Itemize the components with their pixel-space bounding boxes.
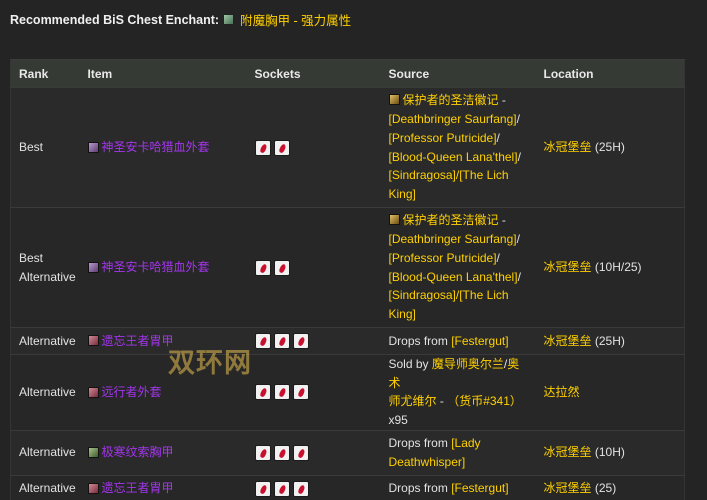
boss-link[interactable]: [Blood-Queen Lana'thel] xyxy=(389,270,518,284)
chest-armor-icon xyxy=(87,483,99,495)
boss-link[interactable]: [Professor Putricide] xyxy=(389,251,497,265)
red-socket-icon xyxy=(292,333,309,349)
red-socket-icon xyxy=(254,444,271,461)
col-header-location: Location xyxy=(535,59,685,88)
chest-armor-icon xyxy=(87,447,99,459)
boss-link[interactable]: Deathwhisper] xyxy=(389,455,466,469)
page-title: Recommended BiS Chest Enchant: 附魔胸甲 - 强力… xyxy=(10,10,351,29)
source-cell: Drops from [Lady Deathwhisper] xyxy=(380,429,536,476)
item-link[interactable]: 遗忘王者胄甲 xyxy=(87,479,239,498)
red-socket-icon xyxy=(254,259,271,276)
rank-cell: Alternative xyxy=(10,429,80,476)
source-cell: Drops from [Festergut] xyxy=(380,474,536,500)
red-socket-icon xyxy=(254,384,271,401)
vendor-link[interactable]: 魔导师奥尔兰 xyxy=(432,357,504,371)
source-cell: 保护者的圣洁徽记 - [Deathbringer Saurfang]/ [Pro… xyxy=(380,207,536,328)
rank-cell: Alternative xyxy=(10,354,80,431)
table-row: Alternative 遗忘王者胄甲 Drops from [Festergut… xyxy=(10,474,685,500)
bis-table: Rank Item Sockets Source Location Best 神… xyxy=(10,59,685,500)
item-link[interactable]: 神圣安卡哈猎血外套 xyxy=(87,138,239,157)
enchant-link[interactable]: 附魔胸甲 - 强力属性 xyxy=(240,10,351,29)
heading-label: Recommended BiS Chest Enchant: xyxy=(10,12,220,27)
item-link[interactable]: 遗忘王者胄甲 xyxy=(87,332,239,351)
red-socket-icon xyxy=(273,333,290,349)
table-header-row: Rank Item Sockets Source Location xyxy=(10,59,685,88)
socket-group xyxy=(254,444,373,461)
socket-group xyxy=(254,384,373,401)
red-socket-icon xyxy=(292,444,309,461)
chest-armor-icon xyxy=(87,261,99,273)
col-header-item: Item xyxy=(79,59,247,88)
boss-link[interactable]: [Professor Putricide] xyxy=(389,131,497,145)
location-cell: 冰冠堡垒 (25) xyxy=(535,474,685,500)
rank-cell: Best xyxy=(10,87,80,208)
boss-link[interactable]: King] xyxy=(389,187,416,201)
token-icon xyxy=(388,214,400,226)
zone-link[interactable]: 冰冠堡垒 xyxy=(544,481,592,495)
red-socket-icon xyxy=(273,259,290,276)
zone-link[interactable]: 冰冠堡垒 xyxy=(544,445,592,459)
item-link[interactable]: 神圣安卡哈猎血外套 xyxy=(87,258,239,277)
red-socket-icon xyxy=(273,444,290,461)
boss-link[interactable]: [Lady xyxy=(451,436,480,450)
location-cell: 冰冠堡垒 (25H) xyxy=(535,87,685,208)
zone-link[interactable]: 冰冠堡垒 xyxy=(544,140,592,154)
zone-link[interactable]: 冰冠堡垒 xyxy=(544,334,592,348)
boss-link[interactable]: [Sindragosa] xyxy=(389,288,456,302)
token-link[interactable]: 保护者的圣洁徽记 xyxy=(403,213,499,227)
zone-link[interactable]: 冰冠堡垒 xyxy=(544,260,592,274)
socket-group xyxy=(254,333,373,349)
boss-link[interactable]: [Deathbringer Saurfang] xyxy=(389,232,517,246)
location-cell: 达拉然 xyxy=(535,354,685,431)
chest-armor-icon xyxy=(87,335,99,347)
zone-link[interactable]: 达拉然 xyxy=(544,385,580,399)
chest-armor-icon xyxy=(87,141,99,153)
col-header-rank: Rank xyxy=(10,59,80,88)
token-icon xyxy=(388,94,400,106)
location-cell: 冰冠堡垒 (10H/25) xyxy=(535,207,685,328)
location-cell: 冰冠堡垒 (10H) xyxy=(535,429,685,476)
red-socket-icon xyxy=(273,384,290,401)
rank-cell: Alternative xyxy=(10,327,80,355)
currency-link[interactable]: （货币#341） xyxy=(447,394,522,408)
boss-link[interactable]: King] xyxy=(389,307,416,321)
table-row: Best 神圣安卡哈猎血外套 保护者的圣洁徽记 - [Deathbringer … xyxy=(10,87,685,208)
col-header-sockets: Sockets xyxy=(246,59,381,88)
rank-cell: Best Alternative xyxy=(10,207,80,328)
red-socket-icon xyxy=(254,333,271,349)
col-header-source: Source xyxy=(380,59,536,88)
red-socket-icon xyxy=(273,480,290,497)
location-cell: 冰冠堡垒 (25H) xyxy=(535,327,685,355)
boss-link[interactable]: [Deathbringer Saurfang] xyxy=(389,112,517,126)
red-socket-icon xyxy=(273,139,290,156)
boss-link[interactable]: [Festergut] xyxy=(451,481,508,495)
boss-link[interactable]: [Sindragosa] xyxy=(389,168,456,182)
boss-link[interactable]: [Festergut] xyxy=(451,334,508,348)
table-row: Best Alternative 神圣安卡哈猎血外套 保护者的圣洁徽记 - [De… xyxy=(10,207,685,328)
red-socket-icon xyxy=(292,480,309,497)
socket-group xyxy=(254,259,373,276)
item-link[interactable]: 极寒纹索胸甲 xyxy=(87,443,239,462)
chest-armor-icon xyxy=(87,386,99,398)
source-cell: 保护者的圣洁徽记 - [Deathbringer Saurfang]/ [Pro… xyxy=(380,87,536,208)
source-cell: Sold by 魔导师奥尔兰/奥术 师尤维尔 - （货币#341） x95 xyxy=(380,354,536,431)
socket-group xyxy=(254,139,373,156)
rank-cell: Alternative xyxy=(10,474,80,500)
token-link[interactable]: 保护者的圣洁徽记 xyxy=(403,93,499,107)
red-socket-icon xyxy=(254,480,271,497)
socket-group xyxy=(254,480,373,497)
red-socket-icon xyxy=(292,384,309,401)
enchant-icon xyxy=(223,14,235,25)
table-row: Alternative 遗忘王者胄甲 Drops from [Festergut… xyxy=(10,327,685,355)
red-socket-icon xyxy=(254,139,271,156)
table-row: Alternative 远行者外套 Sold by 魔导师奥尔兰/奥术 师尤维尔… xyxy=(10,354,685,431)
boss-link[interactable]: [Blood-Queen Lana'thel] xyxy=(389,150,518,164)
item-link[interactable]: 远行者外套 xyxy=(87,383,239,402)
table-row: Alternative 极寒纹索胸甲 Drops from [Lady Deat… xyxy=(10,429,685,476)
source-cell: Drops from [Festergut] xyxy=(380,327,536,355)
currency-amount: x95 xyxy=(388,413,408,428)
